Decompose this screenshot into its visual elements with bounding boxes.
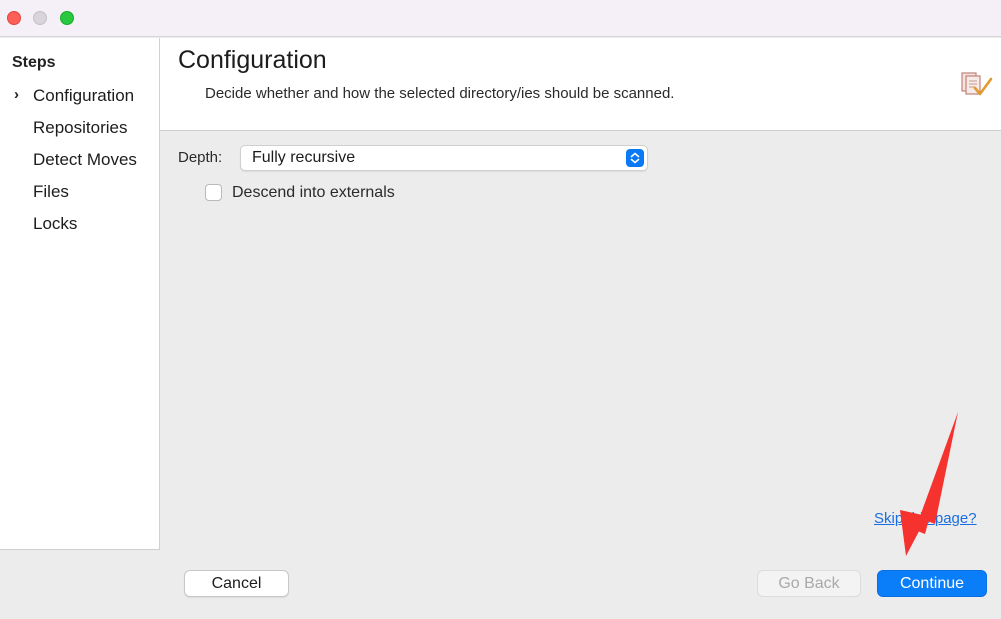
cancel-button[interactable]: Cancel	[184, 570, 289, 597]
descend-externals-label[interactable]: Descend into externals	[232, 184, 395, 202]
page-header: Configuration Decide whether and how the…	[160, 38, 1001, 131]
select-stepper-icon	[626, 149, 644, 167]
step-detect-moves: Detect Moves	[33, 150, 137, 169]
sidebar-title: Steps	[12, 54, 56, 71]
step-locks: Locks	[33, 214, 78, 233]
steps-sidebar: Steps › Configuration Repositories Detec…	[0, 38, 160, 550]
step-files: Files	[33, 182, 69, 201]
close-window-button[interactable]	[7, 11, 21, 25]
step-repositories: Repositories	[33, 118, 128, 137]
page-title: Configuration	[178, 46, 327, 74]
zoom-window-button[interactable]	[60, 11, 74, 25]
depth-selected-value: Fully recursive	[252, 149, 356, 166]
depth-select[interactable]: Fully recursive	[240, 145, 648, 171]
continue-button[interactable]: Continue	[877, 570, 987, 597]
step-configuration: Configuration	[33, 86, 135, 105]
window-titlebar	[0, 0, 1001, 37]
current-step-chevron-icon: ›	[14, 86, 19, 103]
descend-externals-checkbox[interactable]	[205, 184, 222, 201]
skip-page-link[interactable]: Skip this page?	[874, 510, 977, 527]
documents-check-icon	[961, 72, 993, 96]
minimize-window-button[interactable]	[33, 11, 47, 25]
page-description: Decide whether and how the selected dire…	[205, 85, 675, 102]
go-back-button[interactable]: Go Back	[757, 570, 861, 597]
depth-label: Depth:	[178, 149, 223, 166]
